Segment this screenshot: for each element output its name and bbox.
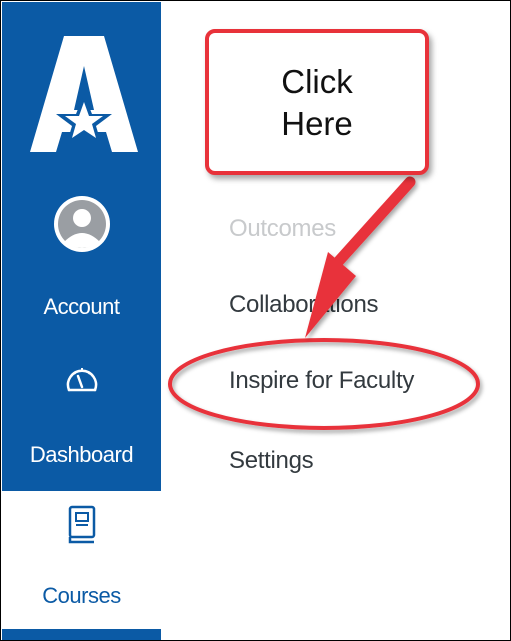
- course-nav-inspire-for-faculty[interactable]: Inspire for Faculty: [229, 367, 414, 395]
- click-here-callout: Click Here: [205, 29, 429, 175]
- nav-courses[interactable]: Courses: [2, 491, 161, 631]
- nav-dashboard[interactable]: Dashboard: [2, 362, 161, 482]
- nav-account-label: Account: [43, 294, 121, 319]
- callout-line-1: Click: [281, 63, 353, 100]
- callout-text: Click Here: [209, 61, 425, 145]
- global-nav-sidebar: Account Dashboard Courses: [2, 2, 161, 640]
- avatar-icon: [54, 196, 110, 252]
- dashboard-gauge-icon: [66, 368, 98, 392]
- course-nav-outcomes[interactable]: Outcomes: [229, 215, 336, 243]
- sidebar-bottom-strip: [2, 629, 161, 640]
- course-nav-settings[interactable]: Settings: [229, 447, 314, 475]
- course-nav-collaborations[interactable]: Collaborations: [229, 291, 379, 319]
- nav-dashboard-label: Dashboard: [29, 442, 134, 467]
- university-logo[interactable]: [30, 36, 138, 152]
- courses-book-icon: [68, 505, 96, 544]
- nav-courses-label: Courses: [42, 583, 121, 608]
- nav-account[interactable]: Account: [2, 194, 161, 332]
- callout-line-2: Here: [281, 105, 353, 142]
